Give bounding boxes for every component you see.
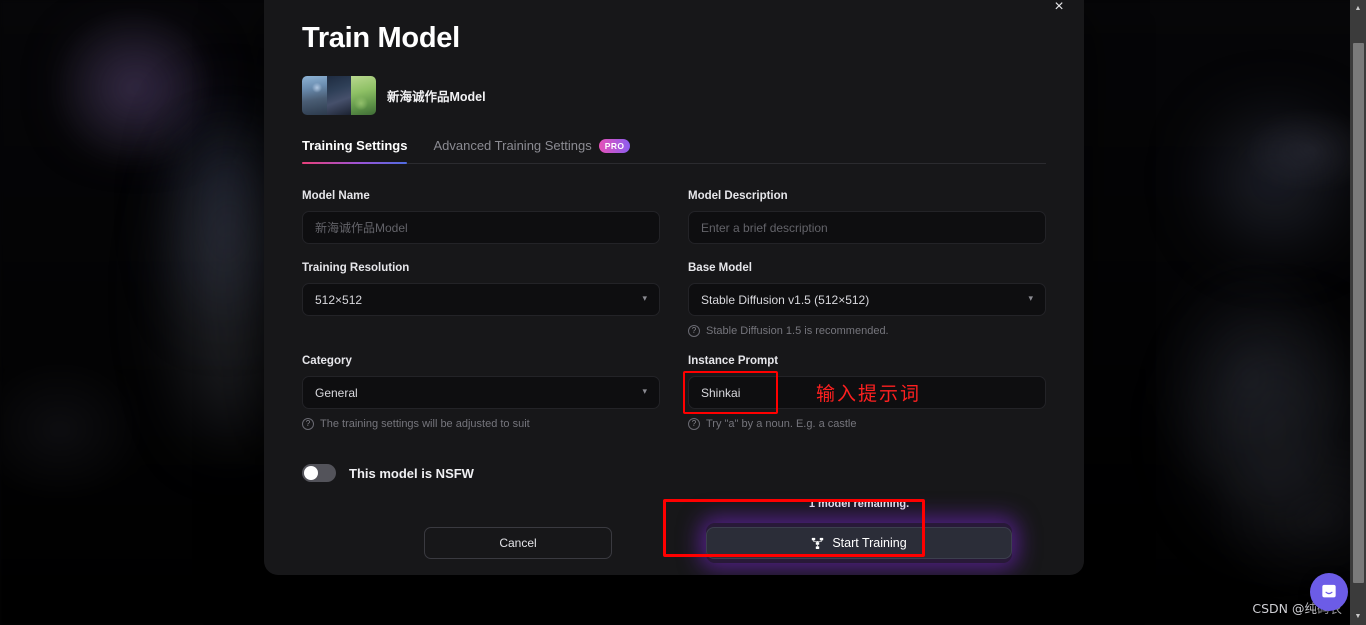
category-value: General xyxy=(315,385,358,400)
model-title: 新海诚作品Model xyxy=(387,90,486,104)
dialog-body: Train Model 新海诚作品Model Training Settings… xyxy=(264,0,1084,575)
tab-advanced-training-settings[interactable]: Advanced Training Settings PRO xyxy=(433,138,631,163)
start-training-button[interactable]: Start Training xyxy=(706,527,1012,559)
thumbnail-tile-1 xyxy=(302,76,327,115)
train-model-dialog: × Train Model 新海诚作品Model Training Settin… xyxy=(264,0,1084,575)
field-model-name: Model Name xyxy=(302,190,660,244)
chevron-down-icon: ▾ xyxy=(642,386,647,396)
tab-advanced-training-settings-label: Advanced Training Settings xyxy=(433,138,592,153)
field-base-model: Base Model Stable Diffusion v1.5 (512×51… xyxy=(688,262,1046,337)
pro-badge: PRO xyxy=(598,138,631,153)
network-nodes-icon xyxy=(812,537,824,549)
dialog-footer: Cancel 1 model remaining. Start Training xyxy=(302,498,1046,575)
scroll-up-arrow-icon[interactable]: ▲ xyxy=(1350,0,1366,17)
help-icon: ? xyxy=(688,325,700,337)
instance-prompt-hint: ? Try "a" by a noun. E.g. a castle xyxy=(688,418,1046,430)
chevron-down-icon: ▾ xyxy=(642,293,647,303)
training-resolution-select[interactable]: 512×512 ▾ xyxy=(302,283,660,316)
model-thumbnail xyxy=(302,76,376,115)
training-resolution-label: Training Resolution xyxy=(302,262,410,274)
model-description-input[interactable] xyxy=(688,211,1046,244)
scroll-down-arrow-icon[interactable]: ▼ xyxy=(1350,608,1366,625)
start-training-container: Start Training xyxy=(706,523,1012,563)
instance-prompt-hint-text: Try "a" by a noun. E.g. a castle xyxy=(706,418,857,430)
cancel-button-label: Cancel xyxy=(499,536,537,550)
model-name-label: Model Name xyxy=(302,190,370,202)
close-icon[interactable]: × xyxy=(1046,0,1072,20)
models-remaining-text: 1 model remaining. xyxy=(808,498,910,510)
nsfw-label: This model is NSFW xyxy=(349,465,474,481)
model-description-label: Model Description xyxy=(688,190,788,202)
base-model-hint-text: Stable Diffusion 1.5 is recommended. xyxy=(706,325,889,337)
instance-prompt-label: Instance Prompt xyxy=(688,355,779,367)
help-icon: ? xyxy=(302,418,314,430)
category-hint: ? The training settings will be adjusted… xyxy=(302,418,660,430)
help-icon: ? xyxy=(688,418,700,430)
category-hint-text: The training settings will be adjusted t… xyxy=(320,418,530,430)
field-training-resolution: Training Resolution 512×512 ▾ xyxy=(302,262,660,337)
cancel-button[interactable]: Cancel xyxy=(424,527,612,559)
base-model-value: Stable Diffusion v1.5 (512×512) xyxy=(701,292,870,307)
tab-training-settings[interactable]: Training Settings xyxy=(302,138,408,164)
instance-prompt-annotation: 输入提示词 xyxy=(816,383,922,405)
field-category: Category General ▾ ? The training settin… xyxy=(302,355,660,430)
tab-training-settings-label: Training Settings xyxy=(302,138,408,153)
chat-launcher-button[interactable] xyxy=(1310,573,1348,611)
training-resolution-value: 512×512 xyxy=(315,292,363,307)
scrollbar-thumb[interactable] xyxy=(1353,43,1364,583)
page-scrollbar[interactable]: ▲ ▼ xyxy=(1350,0,1366,625)
nsfw-toggle-knob xyxy=(304,466,318,480)
thumbnail-tile-3 xyxy=(351,76,376,115)
chevron-down-icon: ▾ xyxy=(1028,293,1033,303)
model-name-input[interactable] xyxy=(302,211,660,244)
field-model-description: Model Description xyxy=(688,190,1046,244)
nsfw-toggle[interactable] xyxy=(302,464,336,482)
category-select[interactable]: General ▾ xyxy=(302,376,660,409)
tab-bar: Training Settings Advanced Training Sett… xyxy=(302,138,1046,164)
base-model-hint: ? Stable Diffusion 1.5 is recommended. xyxy=(688,325,1046,337)
thumbnail-tile-2 xyxy=(326,76,352,115)
instance-prompt-wrapper: 输入提示词 xyxy=(683,371,1046,414)
start-training-label: Start Training xyxy=(832,536,907,550)
base-model-label: Base Model xyxy=(688,262,752,274)
category-label: Category xyxy=(302,355,352,367)
chat-bubble-icon xyxy=(1322,584,1336,598)
screen: × Train Model 新海诚作品Model Training Settin… xyxy=(0,0,1366,625)
field-instance-prompt: Instance Prompt 输入提示词 ? Try "a" by a nou… xyxy=(683,355,1046,430)
model-summary-row: 新海诚作品Model xyxy=(302,76,1046,115)
base-model-select[interactable]: Stable Diffusion v1.5 (512×512) ▾ xyxy=(688,283,1046,316)
nsfw-toggle-row: This model is NSFW xyxy=(302,464,1046,482)
settings-grid: Model Name Model Description Training Re… xyxy=(302,190,1046,448)
page-title: Train Model xyxy=(302,22,460,54)
